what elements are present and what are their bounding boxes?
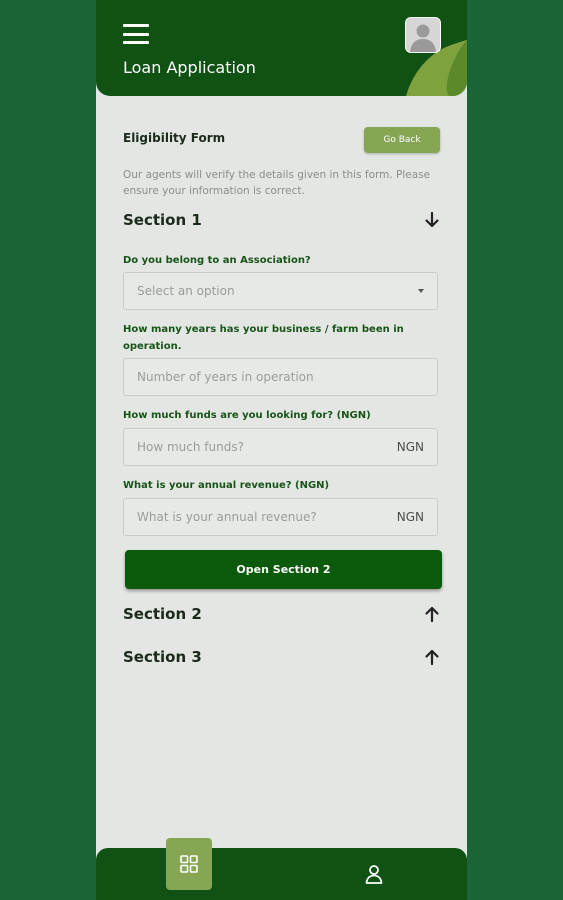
years-placeholder: Number of years in operation [137, 370, 314, 384]
revenue-input[interactable]: What is your annual revenue? NGN [123, 498, 438, 536]
user-avatar-icon [406, 18, 440, 52]
funds-currency-suffix: NGN [396, 440, 424, 454]
section-title: Section 1 [123, 211, 202, 229]
section-title: Section 3 [123, 648, 202, 666]
phone-screen: Loan Application Eligibility Form Go Bac… [96, 0, 467, 900]
nav-profile-button[interactable] [362, 862, 386, 886]
arrow-up-icon [425, 649, 439, 666]
years-label: How many years has your business / farm … [123, 324, 404, 352]
bottom-nav [96, 838, 467, 900]
app-header: Loan Application [96, 0, 467, 96]
revenue-currency-suffix: NGN [396, 510, 424, 524]
section-2-header[interactable]: Section 2 [123, 602, 441, 626]
association-label: Do you belong to an Association? [123, 255, 311, 266]
grid-icon [180, 855, 198, 873]
association-placeholder: Select an option [137, 284, 235, 298]
funds-label: How much funds are you looking for? (NGN… [123, 410, 371, 421]
nav-home-button[interactable] [166, 838, 212, 890]
open-section-2-button[interactable]: Open Section 2 [125, 550, 442, 589]
go-back-button[interactable]: Go Back [364, 127, 440, 153]
association-select[interactable]: Select an option [123, 272, 438, 310]
arrow-down-icon [425, 211, 439, 228]
section-3-header[interactable]: Section 3 [123, 645, 441, 669]
section-1-header[interactable]: Section 1 [123, 208, 441, 232]
form-title: Eligibility Form [123, 131, 226, 145]
section-title: Section 2 [123, 605, 202, 623]
form-intro: Our agents will verify the details given… [123, 169, 431, 197]
user-icon [365, 865, 383, 884]
menu-icon[interactable] [123, 24, 149, 44]
arrow-up-icon [425, 606, 439, 623]
revenue-label: What is your annual revenue? (NGN) [123, 480, 330, 491]
chevron-down-icon [418, 289, 424, 293]
avatar[interactable] [405, 17, 441, 53]
funds-placeholder: How much funds? [137, 440, 244, 454]
years-input[interactable]: Number of years in operation [123, 358, 438, 396]
page-title: Loan Application [123, 58, 256, 77]
revenue-placeholder: What is your annual revenue? [137, 510, 317, 524]
funds-input[interactable]: How much funds? NGN [123, 428, 438, 466]
